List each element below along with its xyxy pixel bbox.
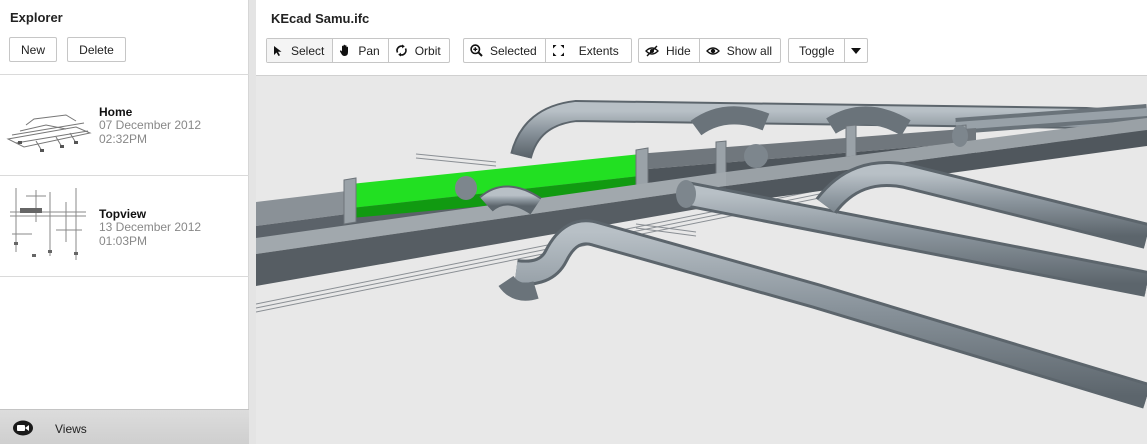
orbit-button[interactable]: Orbit [389,39,449,62]
views-footer[interactable]: Views [0,409,249,444]
view-name: Topview [99,207,147,221]
divider [0,276,249,277]
visibility-group: Hide Show all [638,38,782,63]
chevron-down-icon [851,47,862,54]
viewer-toolbar: KEcad Samu.ifc Select Pan Orbit Selected… [256,0,1147,76]
pan-label: Pan [358,43,380,58]
new-view-button[interactable]: New [9,37,57,62]
orbit-icon [395,44,407,57]
zoom-group: Selected Extents [463,38,632,63]
hide-label: Hide [666,43,691,58]
orbit-label: Orbit [414,43,441,58]
app-window: Explorer New Delete Home 07 December 201… [0,0,1147,444]
toggle-group: Toggle [788,38,869,63]
extents-icon [552,45,564,56]
explorer-title: Explorer [10,10,63,25]
show-all-button[interactable]: Show all [700,39,780,62]
toggle-label: Toggle [799,43,835,58]
delete-view-button[interactable]: Delete [67,37,126,62]
view-item-home[interactable]: Home 07 December 2012 02:32PM [0,75,249,175]
view-time: 01:03PM [99,234,148,248]
select-button[interactable]: Select [267,39,334,62]
document-title: KEcad Samu.ifc [271,11,370,26]
view-thumbnail [10,188,86,260]
views-footer-label: Views [55,422,87,436]
3d-viewport[interactable] [256,76,1147,444]
extents-label: Extents [578,43,619,58]
explorer-panel: Explorer New Delete Home 07 December 201… [0,0,249,444]
selected-label: Selected [490,43,537,58]
eye-icon [705,46,720,55]
hide-button[interactable]: Hide [639,39,700,62]
view-time: 02:32PM [99,132,148,146]
cursor-arrow-icon [274,45,282,56]
zoom-selected-button[interactable]: Selected [464,39,546,62]
view-thumbnail [6,114,92,152]
select-label: Select [291,43,325,58]
video-camera-icon [13,420,33,436]
toggle-dropdown-button[interactable] [845,39,867,62]
show-all-label: Show all [726,43,773,58]
eye-slash-icon [645,45,659,56]
view-item-topview[interactable]: Topview 13 December 2012 01:03PM [0,176,249,276]
hand-icon [340,44,349,56]
view-name: Home [99,105,133,119]
zoom-in-icon [470,44,483,57]
panel-splitter[interactable] [249,0,256,444]
view-date: 13 December 2012 [99,220,202,234]
toggle-button[interactable]: Toggle [789,39,846,62]
pan-button[interactable]: Pan [333,39,389,62]
3d-model-scene[interactable] [256,76,1147,444]
navigation-mode-group: Select Pan Orbit [266,38,450,63]
zoom-extents-button[interactable]: Extents [546,39,631,62]
model-viewer: KEcad Samu.ifc Select Pan Orbit Selected… [256,0,1147,444]
view-date: 07 December 2012 [99,118,202,132]
